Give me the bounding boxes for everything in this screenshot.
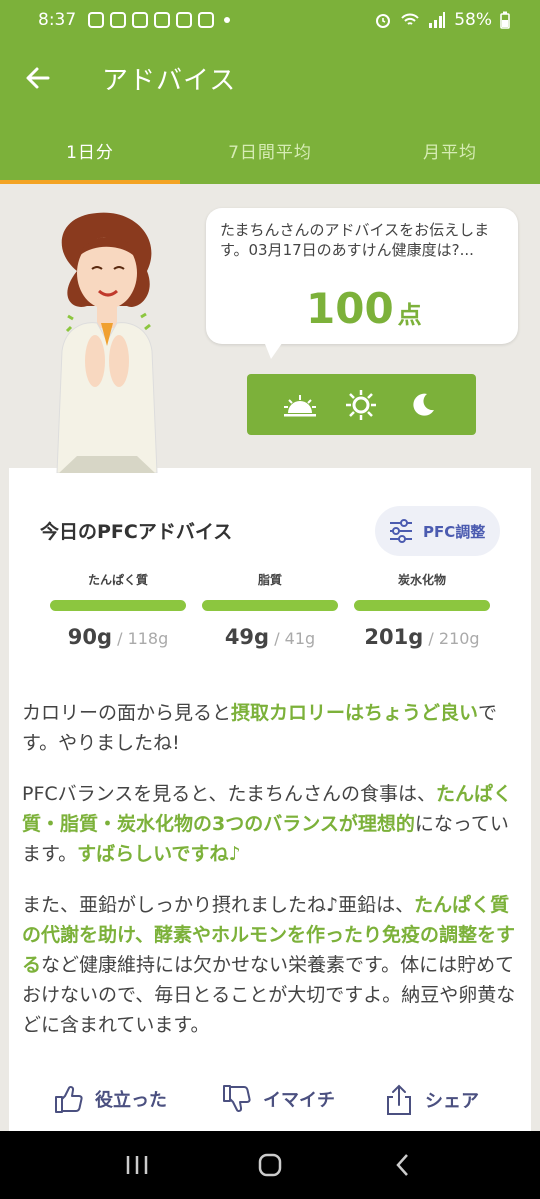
advice-paragraph-pfc: PFCバランスを見ると、たまちんさんの食事は、たんぱく質・脂質・炭水化物の3つの…: [22, 779, 522, 869]
bubble-tail: [263, 339, 285, 359]
sliders-icon: [390, 519, 412, 543]
notification-icons: [88, 12, 231, 28]
arrow-left-icon: [26, 67, 50, 89]
status-bar: 8:37 58%: [0, 0, 540, 40]
home-icon: [258, 1153, 282, 1177]
nutrient-unit: g: [96, 625, 112, 649]
pfc-adjust-label: PFC調整: [423, 522, 486, 541]
battery-icon: [500, 11, 510, 29]
nutrient-target: / 118g: [117, 629, 169, 648]
score-unit: 点: [397, 301, 422, 329]
pfc-section-title: 今日のPFCアドバイス: [40, 521, 233, 543]
nutrient-amount: 201g / 210g: [354, 625, 490, 649]
advice-text-segment: また、亜鉛がしっかり摂れましたね♪亜鉛は、: [22, 894, 415, 916]
page-title: アドバイス: [102, 65, 237, 96]
nutrient-carbohydrate: 炭水化物 201g / 210g: [354, 571, 490, 649]
moon-icon: [413, 393, 435, 416]
nutrient-value: 90: [67, 625, 97, 649]
share-icon: [387, 1084, 411, 1115]
advice-highlight: 摂取カロリーはちょうど良い: [231, 702, 479, 724]
night-button[interactable]: [403, 385, 443, 425]
noon-button[interactable]: [341, 385, 381, 425]
nutrient-amount: 90g / 118g: [50, 625, 186, 649]
thumbs-down-icon: [223, 1085, 251, 1113]
advice-highlight: すばらしいですね♪: [77, 843, 241, 865]
nutrient-unit: g: [254, 625, 270, 649]
sun-icon: [346, 389, 377, 420]
threads-icon: [154, 12, 171, 28]
advice-text: カロリーの面から見ると摂取カロリーはちょうど良いです。やりましたね! PFCバラ…: [22, 698, 522, 1061]
helpful-label: 役立った: [95, 1090, 167, 1111]
not-good-label: イマイチ: [263, 1090, 335, 1111]
tab-monthly-average[interactable]: 月平均: [360, 116, 540, 184]
chevron-left-icon: [396, 1154, 409, 1176]
recent-apps-button[interactable]: [117, 1145, 157, 1185]
tab-seven-day-average[interactable]: 7日間平均: [180, 116, 360, 184]
nutrient-progress-bar: [354, 600, 490, 611]
nutrient-value: 201: [364, 625, 409, 649]
more-dot-icon: [224, 17, 231, 23]
instagram-icon: [110, 12, 127, 28]
pfc-adjust-button[interactable]: PFC調整: [375, 506, 500, 556]
recent-apps-icon: [126, 1156, 147, 1174]
advice-paragraph-calorie: カロリーの面から見ると摂取カロリーはちょうど良いです。やりましたね!: [22, 698, 522, 758]
nutrient-label: たんぱく質: [87, 573, 148, 587]
advice-card: たまちんさんのアドバイスをお伝えします。03月17日のあすけん健康度は?... …: [9, 193, 531, 1131]
meal-time-toggle: [247, 374, 476, 435]
home-button[interactable]: [250, 1145, 290, 1185]
bubble-text: たまちんさんのアドバイスをお伝えします。03月17日のあすけん健康度は?...: [220, 221, 490, 259]
share-button[interactable]: シェア: [383, 1083, 479, 1117]
nutrient-value: 49: [224, 625, 255, 649]
score-value: 100: [306, 284, 394, 333]
status-time: 8:37: [38, 10, 77, 30]
helpful-button[interactable]: 役立った: [53, 1083, 167, 1115]
advisor-avatar: [56, 212, 158, 473]
advice-bubble[interactable]: たまちんさんのアドバイスをお伝えします。03月17日のあすけん健康度は?... …: [206, 208, 518, 344]
advice-text-segment: カロリーの面から見ると: [22, 702, 232, 724]
feedback-actions: 役立った イマイチ シェア: [9, 1073, 531, 1131]
period-tabs: 1日分 7日間平均 月平均: [0, 116, 540, 184]
not-good-button[interactable]: イマイチ: [221, 1083, 335, 1115]
thumbs-up-icon: [55, 1085, 83, 1113]
alarm-icon: [376, 14, 391, 28]
nutrient-fat: 脂質 49g / 41g: [202, 571, 338, 649]
nutrient-unit: g: [408, 625, 424, 649]
share-label: シェア: [425, 1091, 479, 1112]
sunrise-icon: [283, 394, 316, 416]
advice-paragraph-zinc: また、亜鉛がしっかり摂れましたね♪亜鉛は、たんぱく質の代謝を助け、酵素やホルモン…: [22, 890, 522, 1040]
back-button[interactable]: [0, 40, 76, 116]
threads-icon: [88, 12, 105, 28]
wifi-icon: [401, 13, 419, 25]
nutrient-target: / 41g: [274, 629, 316, 648]
tab-one-day[interactable]: 1日分: [0, 116, 180, 184]
advisor-hero: たまちんさんのアドバイスをお伝えします。03月17日のあすけん健康度は?... …: [9, 193, 531, 473]
battery-percent: 58%: [454, 10, 492, 30]
nutrient-target: / 210g: [428, 629, 480, 648]
system-icons: 58%: [374, 10, 510, 30]
app-bar: アドバイス: [0, 40, 540, 116]
app-icon: [198, 12, 215, 28]
system-back-button[interactable]: [383, 1145, 423, 1185]
advice-text-segment: など健康維持には欠かせない栄養素です。体には貯めておけないので、毎日とることが大…: [22, 954, 516, 1036]
content-area: たまちんさんのアドバイスをお伝えします。03月17日のあすけん健康度は?... …: [0, 184, 540, 1131]
app-icon: [176, 12, 193, 28]
nutrient-progress-bar: [50, 600, 186, 611]
advice-text-segment: PFCバランスを見ると、たまちんさんの食事は、: [22, 783, 436, 805]
system-nav-bar: [0, 1131, 540, 1199]
app-icon: [132, 12, 149, 28]
nutrient-label: 脂質: [257, 573, 282, 587]
nutrient-protein: たんぱく質 90g / 118g: [50, 571, 186, 649]
nutrient-label: 炭水化物: [397, 573, 446, 587]
nutrient-amount: 49g / 41g: [202, 625, 338, 649]
morning-button[interactable]: [280, 385, 320, 425]
signal-icon: [429, 12, 446, 28]
health-score: 100 点: [306, 284, 422, 333]
nutrient-progress-bar: [202, 600, 338, 611]
